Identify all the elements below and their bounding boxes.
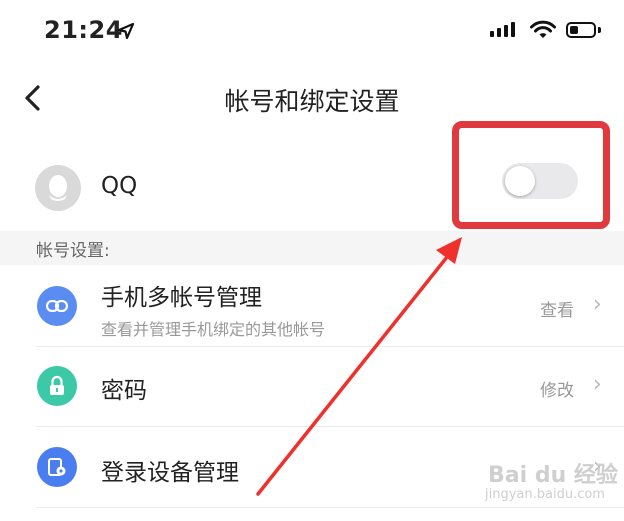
annotation-arrow [256, 237, 462, 496]
watermark-url: jingyan.baidu.com [485, 487, 605, 502]
watermark-logo: Bai du 经验 [488, 463, 618, 488]
